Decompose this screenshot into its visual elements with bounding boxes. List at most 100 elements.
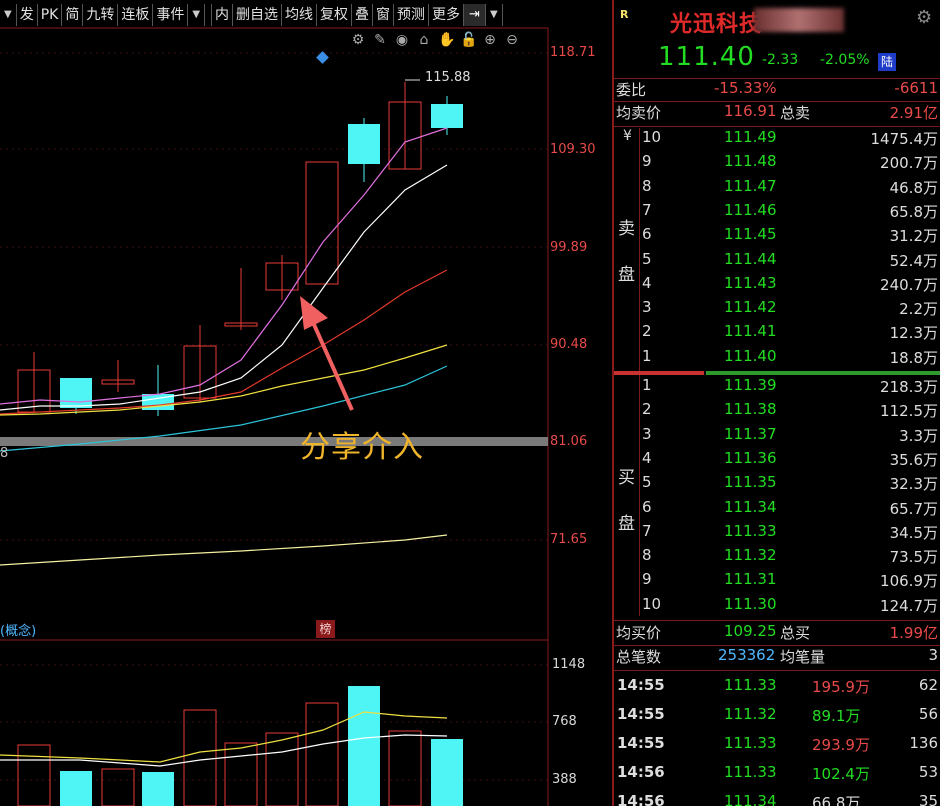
- price-tick: 71.65: [550, 532, 588, 547]
- toolbar-item-shijian[interactable]: 事件: [153, 4, 189, 26]
- buy-volume: 65.7万: [889, 499, 938, 518]
- tick-count: 53: [918, 763, 938, 781]
- zoom-out-icon[interactable]: ⊖: [504, 32, 520, 48]
- toolbar-item-fa[interactable]: 发: [17, 4, 38, 26]
- divider: [614, 126, 940, 127]
- buy-level-row[interactable]: 6 111.34 65.7万: [614, 498, 940, 522]
- buy-level-row[interactable]: 10 111.30 124.7万: [614, 595, 940, 619]
- sell-volume: 200.7万: [880, 154, 938, 173]
- sell-level-row[interactable]: 6 111.45 31.2万: [614, 225, 940, 249]
- tick-count: 136: [909, 734, 938, 752]
- moving-averages: [0, 127, 448, 566]
- weibi-diff: -6611: [894, 79, 938, 97]
- price-tick: 81.06: [550, 434, 588, 449]
- sell-level-row[interactable]: 5 111.44 52.4万: [614, 250, 940, 274]
- tick-price: 111.32: [724, 705, 777, 723]
- tick-row[interactable]: 14:55 111.33 195.9万 62: [614, 676, 940, 705]
- toolbar-item-pk[interactable]: PK: [38, 4, 63, 26]
- sell-level: 5: [642, 249, 652, 268]
- sell-level-row[interactable]: 10 111.49 1475.4万: [614, 128, 940, 152]
- toolbar-item-jiuzhuan[interactable]: 九转: [83, 4, 119, 26]
- toolbar-item-fuquan[interactable]: 复权: [317, 4, 353, 26]
- kline-svg[interactable]: [0, 0, 612, 806]
- buy-level-row[interactable]: 4 111.36 35.6万: [614, 449, 940, 473]
- buy-price: 111.35: [724, 473, 777, 492]
- sell-price: 111.47: [724, 176, 777, 195]
- sell-level-row[interactable]: 2 111.41 12.3万: [614, 322, 940, 346]
- toolbar-item-lianban[interactable]: 连板: [118, 4, 154, 26]
- tick-row[interactable]: 14:55 111.33 293.9万 136: [614, 734, 940, 763]
- toolbar-item-window[interactable]: 窗: [373, 4, 395, 26]
- sell-level-row[interactable]: 1 111.40 18.8万: [614, 347, 940, 371]
- buy-level-row[interactable]: 7 111.33 34.5万: [614, 522, 940, 546]
- buy-level-row[interactable]: 9 111.31 106.9万: [614, 570, 940, 594]
- sell-volume: 65.8万: [889, 202, 938, 221]
- toolbar-item-ma[interactable]: 均线: [282, 4, 318, 26]
- weibi-pct: -15.33%: [714, 79, 777, 97]
- buy-volume: 3.3万: [899, 426, 938, 445]
- buy-price: 111.32: [724, 546, 777, 565]
- sell-level-row[interactable]: 8 111.47 46.8万: [614, 177, 940, 201]
- collapse-panel-icon[interactable]: ⇥: [464, 4, 486, 26]
- toolbar-item-nei[interactable]: 内: [211, 4, 234, 26]
- buy-price: 111.38: [724, 400, 777, 419]
- trades-label: 总笔数: [616, 648, 662, 666]
- buy-level-row[interactable]: 2 111.38 112.5万: [614, 400, 940, 424]
- lock-icon[interactable]: 🔓: [460, 32, 477, 48]
- buy-level-row[interactable]: 5 111.35 32.3万: [614, 473, 940, 497]
- buy-level: 4: [642, 448, 652, 467]
- sell-level-row[interactable]: 3 111.42 2.2万: [614, 298, 940, 322]
- eye-icon[interactable]: ◉: [394, 32, 410, 48]
- ma10-line: [0, 164, 448, 411]
- volume-bar: [431, 739, 463, 806]
- candle-up: [305, 161, 339, 285]
- dropdown-arrow-icon[interactable]: ▼: [0, 4, 17, 26]
- zoom-in-icon[interactable]: ⊕: [482, 32, 498, 48]
- buy-price: 111.34: [724, 497, 777, 516]
- total-buy-label: 总买: [780, 624, 811, 642]
- toolbar-item-overlay[interactable]: 叠: [352, 4, 374, 26]
- kline-chart-area[interactable]: ▼ 发 PK 简 九转 连板 事件 ▼ 内 删自选 均线 复权 叠 窗 预测 更…: [0, 0, 612, 806]
- eraser-icon[interactable]: ⌂: [416, 32, 432, 48]
- volume-bar: [224, 742, 258, 806]
- sell-level-row[interactable]: 4 111.43 240.7万: [614, 274, 940, 298]
- buy-volume: 218.3万: [880, 378, 938, 396]
- buy-level-row[interactable]: 3 111.37 3.3万: [614, 425, 940, 449]
- price-change-pct: -2.05%: [820, 52, 870, 68]
- market-tag[interactable]: 陆: [878, 53, 896, 71]
- concept-label[interactable]: (概念): [0, 620, 36, 639]
- sell-volume: 2.2万: [899, 300, 938, 319]
- sell-level-row[interactable]: 9 111.48 200.7万: [614, 152, 940, 176]
- trades-row: 总笔数 253362 均笔量 3: [614, 646, 940, 668]
- pen-icon[interactable]: ✎: [372, 32, 388, 48]
- sell-level-row[interactable]: 7 111.46 65.8万: [614, 201, 940, 225]
- stock-name[interactable]: 光迅科技: [670, 6, 762, 38]
- sell-level: 3: [642, 298, 652, 317]
- tick-row[interactable]: 14:56 111.34 66.8万 35: [614, 792, 940, 806]
- avg-buy-label: 均买价: [616, 624, 662, 642]
- sell-volume: 18.8万: [889, 348, 938, 367]
- dropdown-arrow-icon[interactable]: ▼: [188, 4, 206, 26]
- settings-icon[interactable]: ⚙: [350, 32, 366, 48]
- price-tick: 90.48: [550, 337, 588, 352]
- buy-level-row[interactable]: 8 111.32 73.5万: [614, 546, 940, 570]
- tick-row[interactable]: 14:55 111.32 89.1万 56: [614, 705, 940, 734]
- weibi-label: 委比: [616, 81, 647, 99]
- tick-row[interactable]: 14:56 111.33 102.4万 53: [614, 763, 940, 792]
- toolbar-item-forecast[interactable]: 预测: [394, 4, 430, 26]
- sell-volume: 1475.4万: [870, 130, 939, 148]
- gear-icon[interactable]: ⚙: [916, 7, 932, 28]
- toolbar-item-jian[interactable]: 简: [62, 4, 84, 26]
- sell-volume: 46.8万: [889, 178, 938, 197]
- rank-badge[interactable]: 榜: [316, 620, 335, 638]
- buy-volume: 106.9万: [880, 572, 938, 591]
- buy-level-row[interactable]: 1 111.39 218.3万: [614, 376, 940, 400]
- sell-level: 4: [642, 273, 652, 292]
- toolbar-item-delete-watchlist[interactable]: 删自选: [233, 4, 283, 26]
- dropdown-arrow-icon[interactable]: ▼: [486, 4, 503, 26]
- tick-time: 14:56: [617, 792, 665, 806]
- hand-icon[interactable]: ✋: [438, 32, 455, 48]
- sell-price: 111.44: [724, 249, 777, 268]
- toolbar-item-more[interactable]: 更多: [429, 4, 465, 26]
- buy-price: 111.39: [724, 376, 777, 394]
